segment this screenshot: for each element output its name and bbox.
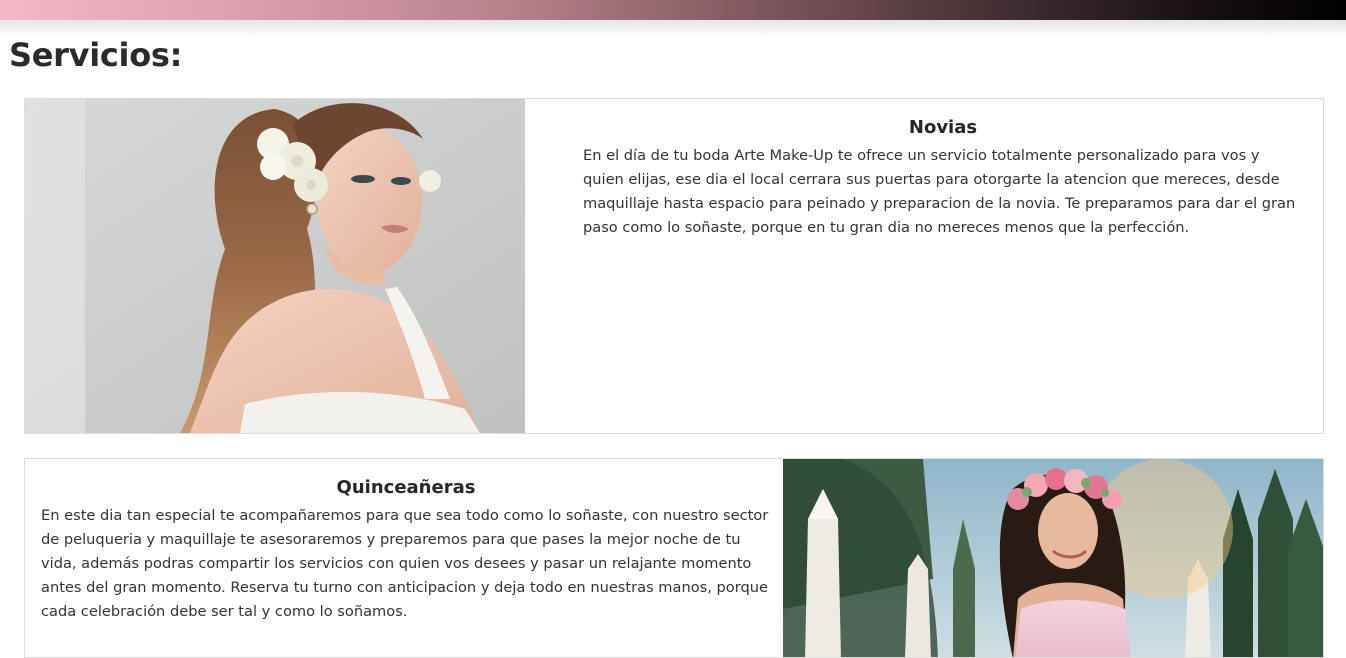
card-body-novias: Novias En el día de tu boda Arte Make-Up…: [583, 117, 1303, 240]
service-card-quinceaneras: Quinceañeras En este dia tan especial te…: [24, 458, 1324, 658]
card-body-quinceaneras: Quinceañeras En este dia tan especial te…: [41, 477, 771, 624]
navbar-shadow: [0, 20, 1346, 38]
quinceanera-photo: [783, 459, 1323, 657]
bride-photo: [25, 99, 525, 433]
page-title: Servicios:: [9, 36, 183, 74]
card-text-quinceaneras: En este dia tan especial te acompañaremo…: [41, 507, 769, 620]
card-title-novias: Novias: [908, 117, 978, 138]
card-title-quinceaneras: Quinceañeras: [336, 477, 476, 498]
top-navbar-gradient: [0, 0, 1346, 20]
card-text-novias: En el día de tu boda Arte Make-Up te ofr…: [583, 147, 1296, 236]
service-card-novias: Novias En el día de tu boda Arte Make-Up…: [24, 98, 1324, 434]
